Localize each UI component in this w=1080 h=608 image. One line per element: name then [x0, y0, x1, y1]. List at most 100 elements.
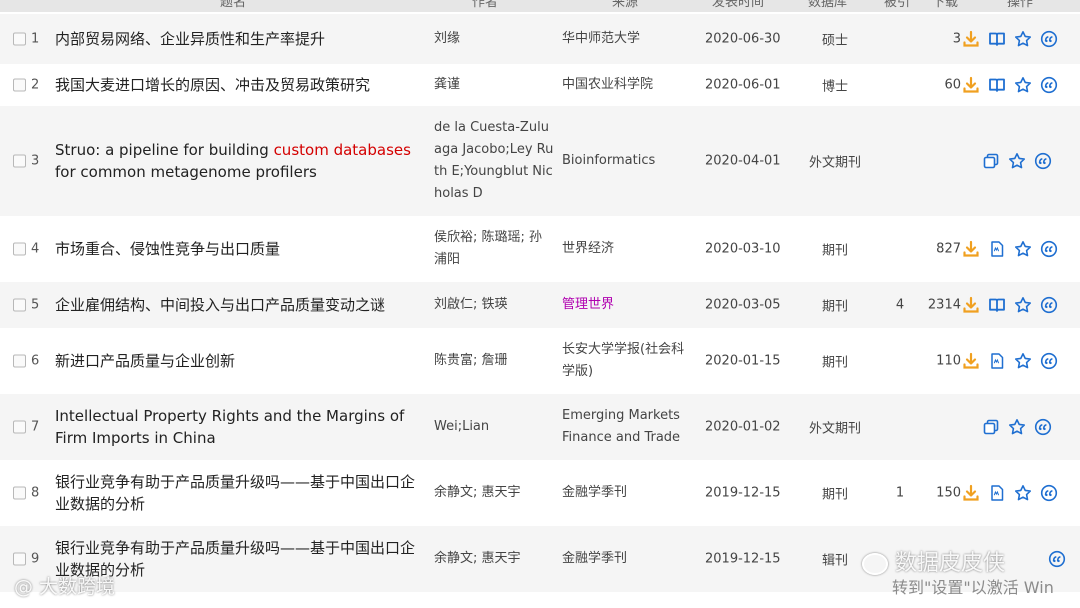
row-checkbox[interactable]: [13, 298, 26, 312]
table-header: 题名 作者 来源 发表时间 数据库 被引 下载 操作: [0, 0, 1080, 12]
row-title-link[interactable]: Intellectual Property Rights and the Mar…: [55, 405, 425, 449]
favorite-icon[interactable]: [1014, 352, 1032, 370]
favorite-icon[interactable]: [1014, 296, 1032, 314]
cite-icon[interactable]: [1040, 352, 1058, 370]
row-checkbox[interactable]: [13, 420, 26, 434]
download-icon[interactable]: [962, 484, 980, 502]
row-author[interactable]: 余静文; 惠天宇: [434, 548, 554, 570]
row-database: 外文期刊: [808, 155, 861, 171]
row-title-link[interactable]: 新进口产品质量与企业创新: [55, 350, 425, 372]
row-source[interactable]: 长安大学学报(社会科学版): [562, 339, 692, 383]
favorite-icon[interactable]: [1014, 76, 1032, 94]
favorite-icon[interactable]: [1014, 30, 1032, 48]
row-checkbox[interactable]: [13, 242, 26, 256]
table-row: 7 Intellectual Property Rights and the M…: [0, 394, 1080, 460]
row-source[interactable]: 管理世界: [562, 294, 692, 316]
header-database: 数据库: [808, 0, 848, 10]
header-title: 题名: [220, 0, 247, 10]
row-source[interactable]: 中国农业科学院: [562, 74, 692, 96]
row-cited[interactable]: 4: [880, 298, 920, 313]
row-title-link[interactable]: 企业雇佣结构、中间投入与出口产品质量变动之谜: [55, 294, 425, 316]
table-row: 5 企业雇佣结构、中间投入与出口产品质量变动之谜 刘啟仁; 铁瑛 管理世界 20…: [0, 282, 1080, 328]
cite-icon[interactable]: [1034, 152, 1052, 170]
windows-activation-notice: 转到"设置"以激活 Win: [892, 578, 1054, 597]
row-downloads: 60: [944, 77, 961, 93]
download-icon[interactable]: [962, 240, 980, 258]
row-author[interactable]: 余静文; 惠天宇: [434, 482, 554, 504]
row-downloads: 110: [936, 353, 961, 369]
favorite-icon[interactable]: [1008, 152, 1026, 170]
header-date: 发表时间: [712, 0, 765, 10]
table-row: 2 我国大麦进口增长的原因、冲击及贸易政策研究 龚谨 中国农业科学院 2020-…: [0, 64, 1080, 106]
row-number: 9: [31, 551, 40, 567]
row-checkbox[interactable]: [13, 32, 26, 46]
row-database: 期刊: [821, 243, 848, 259]
row-source[interactable]: 世界经济: [562, 238, 692, 260]
download-icon[interactable]: [962, 30, 980, 48]
row-number: 2: [31, 77, 40, 93]
read-icon[interactable]: [988, 296, 1006, 314]
weibo-icon: @: [14, 576, 33, 598]
favorite-icon[interactable]: [1014, 484, 1032, 502]
read-icon[interactable]: [988, 30, 1006, 48]
row-source[interactable]: 金融学季刊: [562, 482, 692, 504]
cite-icon[interactable]: [1040, 484, 1058, 502]
row-number: 4: [31, 241, 40, 257]
row-source[interactable]: 金融学季刊: [562, 548, 692, 570]
row-author[interactable]: Wei;Lian: [434, 416, 554, 438]
copy-icon[interactable]: [982, 418, 1000, 436]
row-number: 7: [31, 419, 40, 435]
row-checkbox[interactable]: [13, 552, 26, 566]
row-author[interactable]: 陈贵富; 詹珊: [434, 350, 554, 372]
row-title-link[interactable]: 内部贸易网络、企业异质性和生产率提升: [55, 28, 425, 50]
row-author[interactable]: de la Cuesta-Zuluaga Jacobo;Ley Ruth E;Y…: [434, 117, 554, 205]
row-checkbox[interactable]: [13, 78, 26, 92]
row-database: 期刊: [821, 355, 848, 371]
row-author[interactable]: 刘啟仁; 铁瑛: [434, 294, 554, 316]
row-checkbox[interactable]: [13, 486, 26, 500]
cite-icon[interactable]: [1040, 76, 1058, 94]
row-title-link[interactable]: Struo: a pipeline for building custom da…: [55, 139, 425, 183]
row-title-link[interactable]: 银行业竞争有助于产品质量升级吗——基于中国出口企业数据的分析: [55, 471, 425, 515]
row-number: 8: [31, 485, 40, 501]
row-database: 博士: [821, 79, 848, 95]
row-source[interactable]: Bioinformatics: [562, 150, 692, 172]
row-checkbox[interactable]: [13, 354, 26, 368]
row-database: 外文期刊: [808, 421, 861, 437]
favorite-icon[interactable]: [1014, 240, 1032, 258]
copy-icon[interactable]: [982, 152, 1000, 170]
table-row: 1 内部贸易网络、企业异质性和生产率提升 刘缘 华中师范大学 2020-06-3…: [0, 14, 1080, 64]
row-author[interactable]: 侯欣裕; 陈璐瑶; 孙浦阳: [434, 227, 554, 271]
cite-icon[interactable]: [1040, 30, 1058, 48]
cite-icon[interactable]: [1048, 550, 1066, 568]
favorite-icon[interactable]: [1008, 418, 1026, 436]
row-title-link[interactable]: 市场重合、侵蚀性竞争与出口质量: [55, 238, 425, 260]
row-downloads: 3: [952, 31, 961, 47]
cite-icon[interactable]: [1034, 418, 1052, 436]
html-icon[interactable]: [988, 352, 1006, 370]
cite-icon[interactable]: [1040, 296, 1058, 314]
row-cited[interactable]: 1: [880, 486, 920, 501]
row-number: 3: [31, 153, 40, 169]
download-icon[interactable]: [962, 352, 980, 370]
row-downloads: 2314: [927, 297, 961, 313]
header-downloads: 下载: [932, 0, 959, 10]
html-icon[interactable]: [988, 484, 1006, 502]
row-author[interactable]: 龚谨: [434, 74, 554, 96]
download-icon[interactable]: [962, 76, 980, 94]
row-database: 硕士: [821, 33, 848, 49]
row-checkbox[interactable]: [13, 154, 26, 168]
cite-icon[interactable]: [1040, 240, 1058, 258]
wechat-icon: [862, 553, 888, 575]
row-source[interactable]: 华中师范大学: [562, 28, 692, 50]
header-cited: 被引: [884, 0, 911, 10]
read-icon[interactable]: [988, 76, 1006, 94]
row-number: 6: [31, 353, 40, 369]
row-downloads: 827: [936, 241, 961, 257]
row-source[interactable]: Emerging Markets Finance and Trade: [562, 405, 692, 449]
title-highlight: custom databases: [273, 141, 411, 159]
row-author[interactable]: 刘缘: [434, 28, 554, 50]
download-icon[interactable]: [962, 296, 980, 314]
html-icon[interactable]: [988, 240, 1006, 258]
row-title-link[interactable]: 我国大麦进口增长的原因、冲击及贸易政策研究: [55, 74, 425, 96]
